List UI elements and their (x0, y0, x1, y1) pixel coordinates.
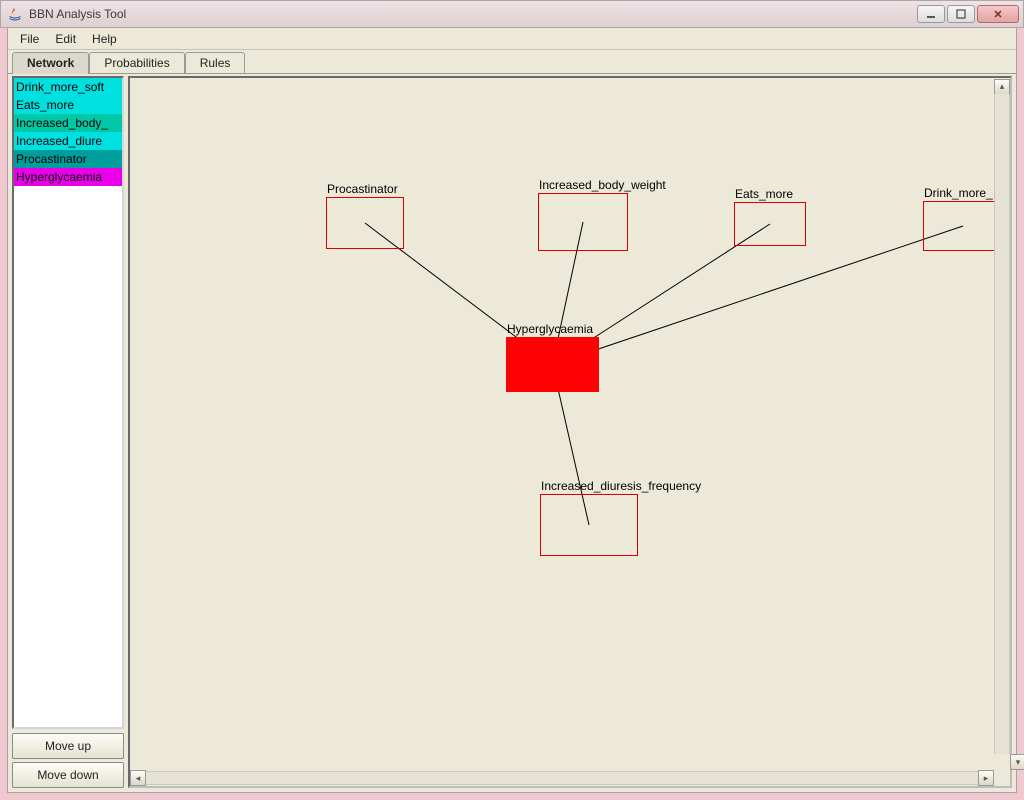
graph-node-drink_more[interactable]: Drink_more_ (923, 201, 994, 251)
graph-node-label: Increased_diuresis_frequency (541, 479, 701, 493)
java-app-icon (7, 6, 23, 22)
graph-node-label: Procastinator (327, 182, 398, 196)
node-list-item[interactable]: Increased_diure (14, 132, 122, 150)
node-list-item[interactable]: Drink_more_soft (14, 78, 122, 96)
tab-probabilities[interactable]: Probabilities (89, 52, 184, 73)
menu-edit[interactable]: Edit (47, 30, 84, 48)
horizontal-scrollbar[interactable]: ◂ ▸ (130, 770, 994, 786)
vertical-scroll-track[interactable] (994, 94, 1010, 754)
node-list-item[interactable]: Hyperglycaemia (14, 168, 122, 186)
graph-node-eats_more[interactable]: Eats_more (734, 202, 806, 246)
node-list-item[interactable]: Increased_body_ (14, 114, 122, 132)
tab-network[interactable]: Network (12, 52, 89, 73)
titlebar: BBN Analysis Tool (0, 0, 1024, 28)
graph-node-hyperglycaemia[interactable]: Hyperglycaemia (506, 337, 599, 392)
node-list-item[interactable]: Eats_more (14, 96, 122, 114)
node-list[interactable]: Drink_more_softEats_moreIncreased_body_I… (12, 76, 124, 729)
vertical-scrollbar[interactable]: ▴ ▾ (994, 78, 1010, 770)
move-down-button[interactable]: Move down (12, 762, 124, 788)
graph-canvas[interactable]: Procastinator Increased_body_weight Eats_m… (130, 78, 994, 770)
sidebar: Drink_more_softEats_moreIncreased_body_I… (12, 76, 124, 788)
graph-node-increased_body[interactable]: Increased_body_weight (538, 193, 628, 251)
scroll-up-arrow-icon[interactable]: ▴ (994, 79, 1010, 95)
scroll-right-arrow-icon[interactable]: ▸ (978, 770, 994, 786)
horizontal-scroll-track[interactable] (146, 771, 978, 785)
tab-rules[interactable]: Rules (185, 52, 246, 73)
graph-node-procastinator[interactable]: Procastinator (326, 197, 404, 249)
graph-node-label: Hyperglycaemia (507, 322, 593, 336)
content-area: Drink_more_softEats_moreIncreased_body_I… (8, 74, 1016, 792)
menu-help[interactable]: Help (84, 30, 125, 48)
window-client-area: File Edit Help Network Probabilities Rul… (7, 27, 1017, 793)
graph-node-increased_diure[interactable]: Increased_diuresis_frequency (540, 494, 638, 556)
menubar: File Edit Help (8, 28, 1016, 50)
scroll-left-arrow-icon[interactable]: ◂ (130, 770, 146, 786)
graph-node-label: Eats_more (735, 187, 793, 201)
graph-node-label: Increased_body_weight (539, 178, 666, 192)
move-up-button[interactable]: Move up (12, 733, 124, 759)
window-title: BBN Analysis Tool (29, 7, 126, 21)
node-list-item[interactable]: Procastinator (14, 150, 122, 168)
window-controls (917, 5, 1019, 23)
tab-row: Network Probabilities Rules (8, 50, 1016, 74)
close-button[interactable] (977, 5, 1019, 23)
menu-file[interactable]: File (12, 30, 47, 48)
maximize-button[interactable] (947, 5, 975, 23)
minimize-button[interactable] (917, 5, 945, 23)
scroll-down-arrow-icon[interactable]: ▾ (1010, 754, 1024, 770)
graph-frame: Procastinator Increased_body_weight Eats_m… (128, 76, 1012, 788)
graph-node-label: Drink_more_ (924, 186, 993, 200)
